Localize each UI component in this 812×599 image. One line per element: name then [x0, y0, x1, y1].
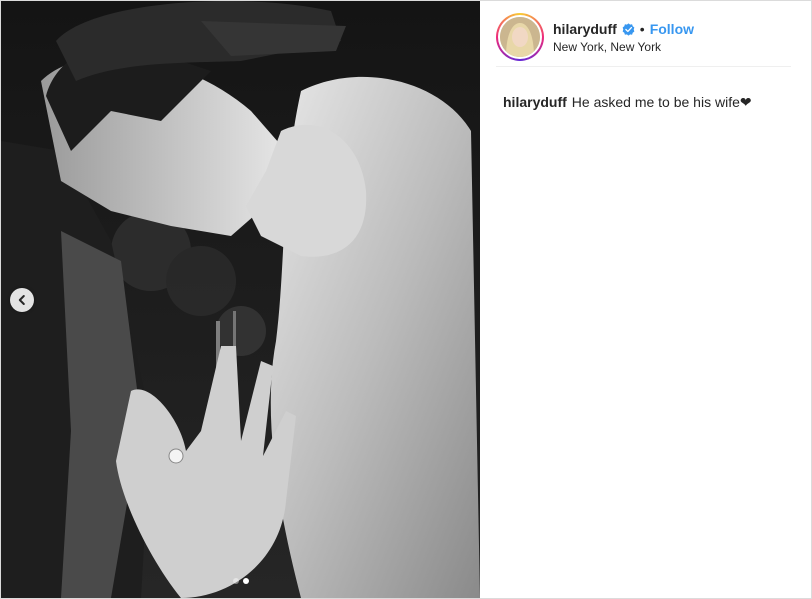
verified-badge-icon	[622, 23, 635, 36]
carousel-dot	[232, 578, 239, 584]
chevron-left-icon	[18, 295, 25, 305]
carousel-indicator	[1, 578, 480, 584]
post-meta: hilaryduff • Follow New York, New York	[553, 21, 694, 54]
author-row: hilaryduff • Follow	[553, 21, 694, 38]
author-username[interactable]: hilaryduff	[553, 21, 617, 38]
carousel-prev-button[interactable]	[10, 288, 34, 312]
follow-button[interactable]: Follow	[650, 21, 694, 38]
post-sidebar: hilaryduff • Follow New York, New York h…	[480, 1, 811, 598]
caption-username[interactable]: hilaryduff	[503, 94, 567, 110]
post-caption: hilaryduff He asked me to be his wife❤	[503, 93, 793, 111]
carousel-dot	[242, 578, 249, 584]
post-photo[interactable]	[1, 1, 480, 598]
profile-photo-icon	[500, 17, 540, 57]
separator-dot: •	[639, 21, 645, 37]
avatar[interactable]	[496, 13, 544, 61]
post-header: hilaryduff • Follow New York, New York	[496, 13, 791, 67]
location-link[interactable]: New York, New York	[553, 40, 694, 54]
caption-text: He asked me to be his wife❤	[571, 94, 752, 110]
avatar-image	[500, 17, 540, 57]
photo-image	[1, 1, 480, 598]
avatar-frame	[498, 15, 542, 59]
post-dialog: hilaryduff • Follow New York, New York h…	[0, 0, 812, 599]
